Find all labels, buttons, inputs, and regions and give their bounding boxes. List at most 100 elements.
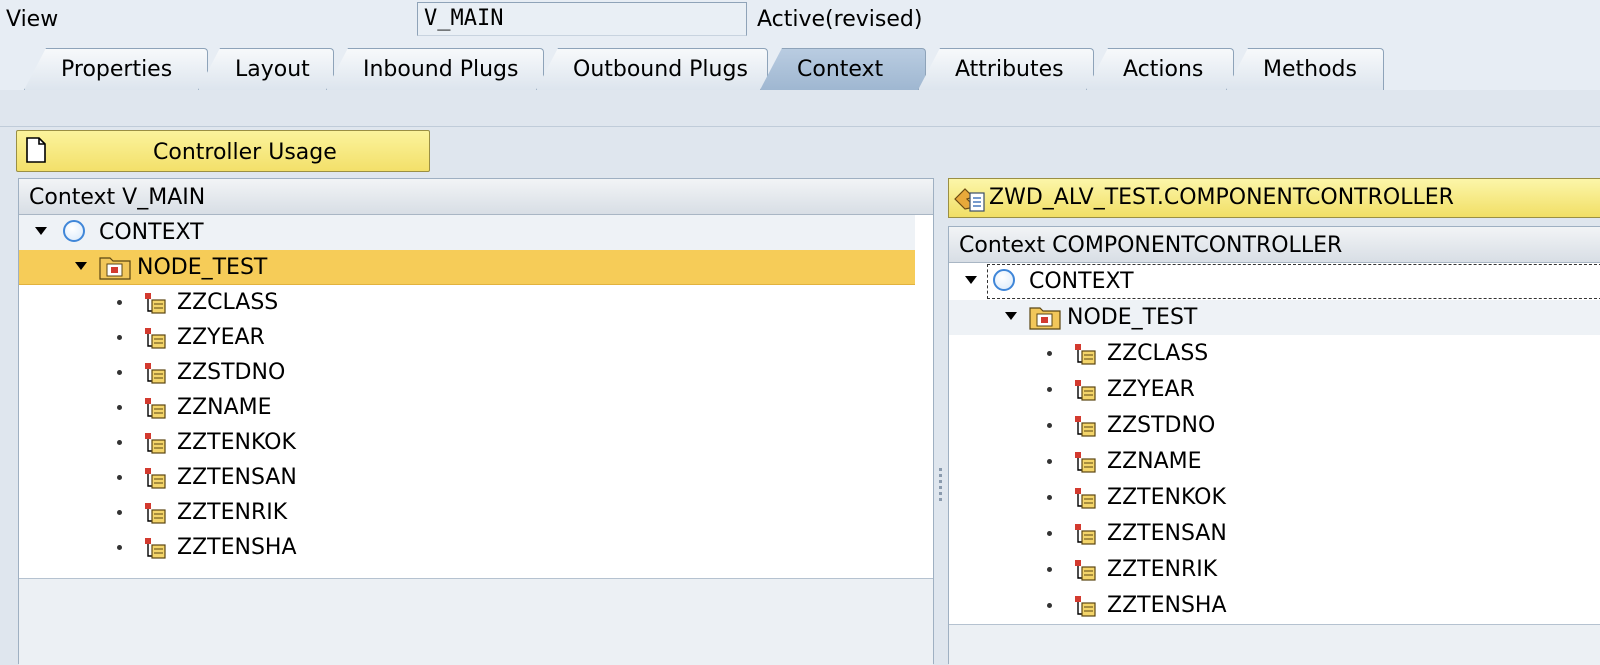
bullet-icon (117, 440, 122, 445)
attribute-icon (1073, 414, 1097, 444)
tree-row-attribute[interactable]: ZZSTDNO (19, 355, 915, 390)
bullet-icon (117, 370, 122, 375)
tree-label: CONTEXT (1029, 269, 1134, 294)
tree-row-context-root[interactable]: CONTEXT (19, 215, 915, 250)
view-label: View (6, 7, 59, 32)
bullet-icon (1047, 387, 1052, 392)
tree-label: ZZTENRIK (177, 500, 288, 525)
expand-arrow-icon[interactable] (1005, 312, 1017, 320)
tree-row-attribute[interactable]: ZZTENKOK (949, 480, 1600, 515)
tree-label: ZZCLASS (177, 290, 279, 315)
tree-row-node[interactable]: NODE_TEST (949, 300, 1600, 335)
bullet-icon (1047, 351, 1052, 356)
controller-usage-button[interactable]: Controller Usage (16, 130, 430, 172)
tree-row-context-root[interactable]: CONTEXT (949, 264, 1600, 299)
attribute-icon (143, 501, 167, 531)
context-root-icon (993, 269, 1015, 291)
tree-row-attribute[interactable]: ZZTENSAN (19, 460, 915, 495)
bullet-icon (1047, 423, 1052, 428)
tree-empty-area (949, 624, 1600, 665)
tree-row-attribute[interactable]: ZZTENRIK (19, 495, 915, 530)
attribute-icon (1073, 558, 1097, 588)
tree-label: NODE_TEST (137, 255, 268, 280)
attribute-icon (1073, 342, 1097, 372)
tab-attributes[interactable]: Attributes (918, 48, 1094, 90)
tree-row-node[interactable]: NODE_TEST (19, 250, 915, 285)
bullet-icon (117, 335, 122, 340)
tree-label: ZZNAME (1107, 449, 1202, 474)
bullet-icon (1047, 531, 1052, 536)
tree-row-attribute[interactable]: ZZTENSAN (949, 516, 1600, 551)
controller-name: ZWD_ALV_TEST.COMPONENTCONTROLLER (989, 185, 1454, 210)
attribute-icon (1073, 378, 1097, 408)
bullet-icon (1047, 603, 1052, 608)
tab-context[interactable]: Context (760, 48, 926, 90)
tree-label: ZZCLASS (1107, 341, 1209, 366)
expand-arrow-icon[interactable] (35, 227, 47, 235)
tree-label: ZZTENSHA (1107, 593, 1227, 618)
expand-arrow-icon[interactable] (75, 262, 87, 270)
tree-row-attribute[interactable]: ZZTENSHA (949, 588, 1600, 623)
attribute-icon (143, 431, 167, 461)
attribute-icon (1073, 522, 1097, 552)
tree-empty-area (19, 578, 933, 665)
bullet-icon (1047, 495, 1052, 500)
tree-row-attribute[interactable]: ZZSTDNO (949, 408, 1600, 443)
bullet-icon (1047, 567, 1052, 572)
view-context-title: Context V_MAIN (19, 179, 933, 215)
tree-row-attribute[interactable]: ZZYEAR (949, 372, 1600, 407)
controller-selector[interactable]: ZWD_ALV_TEST.COMPONENTCONTROLLER (948, 178, 1600, 218)
bullet-icon (1047, 459, 1052, 464)
tree-label: ZZSTDNO (1107, 413, 1216, 438)
bullet-icon (117, 475, 122, 480)
tree-row-attribute[interactable]: ZZTENKOK (19, 425, 915, 460)
attribute-icon (143, 291, 167, 321)
attribute-icon (1073, 486, 1097, 516)
tree-row-attribute[interactable]: ZZNAME (19, 390, 915, 425)
bullet-icon (117, 545, 122, 550)
tab-inbound-plugs[interactable]: Inbound Plugs (326, 48, 544, 90)
tree-label: ZZNAME (177, 395, 272, 420)
tree-row-attribute[interactable]: ZZCLASS (949, 336, 1600, 371)
context-root-icon (63, 220, 85, 242)
tree-label: NODE_TEST (1067, 305, 1198, 330)
component-controller-icon (953, 185, 987, 219)
tab-outbound-plugs[interactable]: Outbound Plugs (536, 48, 768, 90)
expand-arrow-icon[interactable] (965, 276, 977, 284)
node-folder-icon (1029, 304, 1061, 336)
view-status: Active(revised) (757, 7, 923, 32)
divider (0, 126, 1600, 127)
controller-context-title: Context COMPONENTCONTROLLER (949, 227, 1600, 263)
tree-row-attribute[interactable]: ZZTENRIK (949, 552, 1600, 587)
tab-actions[interactable]: Actions (1086, 48, 1234, 90)
bullet-icon (117, 405, 122, 410)
tab-strip: Properties Layout Inbound Plugs Outbound… (0, 42, 1600, 92)
tree-label: ZZTENSAN (177, 465, 297, 490)
tree-label: ZZTENRIK (1107, 557, 1218, 582)
attribute-icon (143, 396, 167, 426)
attribute-icon (1073, 450, 1097, 480)
attribute-icon (1073, 594, 1097, 624)
tree-label: ZZSTDNO (177, 360, 286, 385)
attribute-icon (143, 466, 167, 496)
node-folder-icon (99, 254, 131, 286)
tree-label: ZZYEAR (1107, 377, 1195, 402)
tree-row-attribute[interactable]: ZZTENSHA (19, 530, 915, 565)
view-name-field[interactable]: V_MAIN (417, 2, 747, 36)
bullet-icon (117, 300, 122, 305)
attribute-icon (143, 361, 167, 391)
tree-label: ZZTENKOK (1107, 485, 1226, 510)
tree-row-attribute[interactable]: ZZYEAR (19, 320, 915, 355)
tree-label: ZZTENSAN (1107, 521, 1227, 546)
panel-splitter[interactable] (936, 178, 946, 664)
tab-layout[interactable]: Layout (198, 48, 334, 90)
tree-row-attribute[interactable]: ZZCLASS (19, 285, 915, 320)
tree-label: ZZYEAR (177, 325, 265, 350)
document-icon (25, 137, 47, 169)
tree-row-attribute[interactable]: ZZNAME (949, 444, 1600, 479)
controller-usage-label: Controller Usage (153, 140, 337, 165)
tree-label: CONTEXT (99, 220, 204, 245)
tab-methods[interactable]: Methods (1226, 48, 1384, 90)
bullet-icon (117, 510, 122, 515)
tab-properties[interactable]: Properties (24, 48, 208, 90)
